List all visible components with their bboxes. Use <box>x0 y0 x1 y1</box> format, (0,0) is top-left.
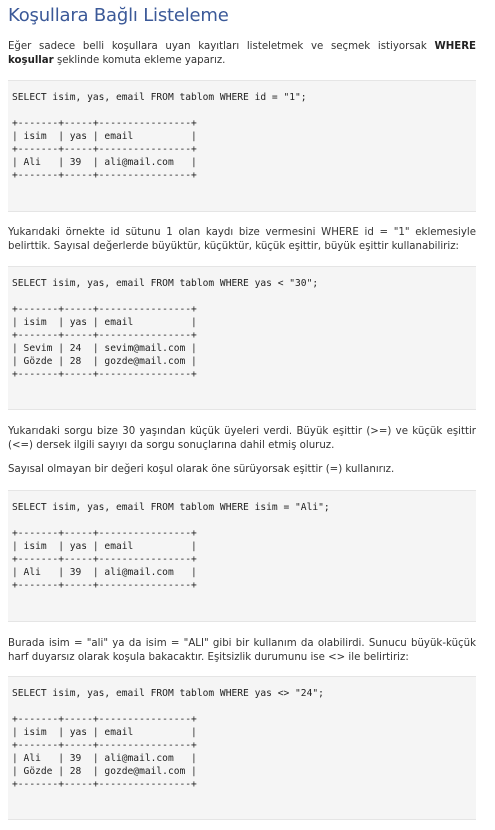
code-block-2: SELECT isim, yas, email FROM tablom WHER… <box>8 266 476 410</box>
code-block-1: SELECT isim, yas, email FROM tablom WHER… <box>8 80 476 212</box>
code-block-3: SELECT isim, yas, email FROM tablom WHER… <box>8 490 476 622</box>
paragraph-2: Yukarıdaki sorgu bize 30 yaşından küçük … <box>8 426 476 451</box>
code-query-4: SELECT isim, yas, email FROM tablom WHER… <box>12 688 324 699</box>
code-result-table-4: +-------+-----+----------------+ | isim … <box>12 714 197 790</box>
code-result-table-3: +-------+-----+----------------+ | isim … <box>12 528 197 591</box>
code-result-table-2: +-------+-----+----------------+ | isim … <box>12 304 197 380</box>
code-query-2: SELECT isim, yas, email FROM tablom WHER… <box>12 278 319 289</box>
code-query-1: SELECT isim, yas, email FROM tablom WHER… <box>12 92 307 103</box>
code-result-table-1: +-------+-----+----------------+ | isim … <box>12 118 197 181</box>
code-block-4: SELECT isim, yas, email FROM tablom WHER… <box>8 676 476 820</box>
page-title: Koşullara Bağlı Listeleme <box>8 5 229 26</box>
paragraph-4: Burada isim = "ali" ya da isim = "ALI" g… <box>8 638 476 663</box>
paragraph-1: Yukarıdaki örnekte id sütunu 1 olan kayd… <box>8 227 476 252</box>
intro-text-end: şeklinde komuta ekleme yaparız. <box>53 55 226 66</box>
code-query-3: SELECT isim, yas, email FROM tablom WHER… <box>12 502 330 513</box>
article: Koşullara Bağlı Listeleme Eğer sadece be… <box>0 0 495 830</box>
intro-text: Eğer sadece belli koşullara uyan kayıtla… <box>8 41 435 52</box>
paragraph-3: Sayısal olmayan bir değeri koşul olarak … <box>8 464 395 475</box>
intro-paragraph: Eğer sadece belli koşullara uyan kayıtla… <box>8 40 476 68</box>
